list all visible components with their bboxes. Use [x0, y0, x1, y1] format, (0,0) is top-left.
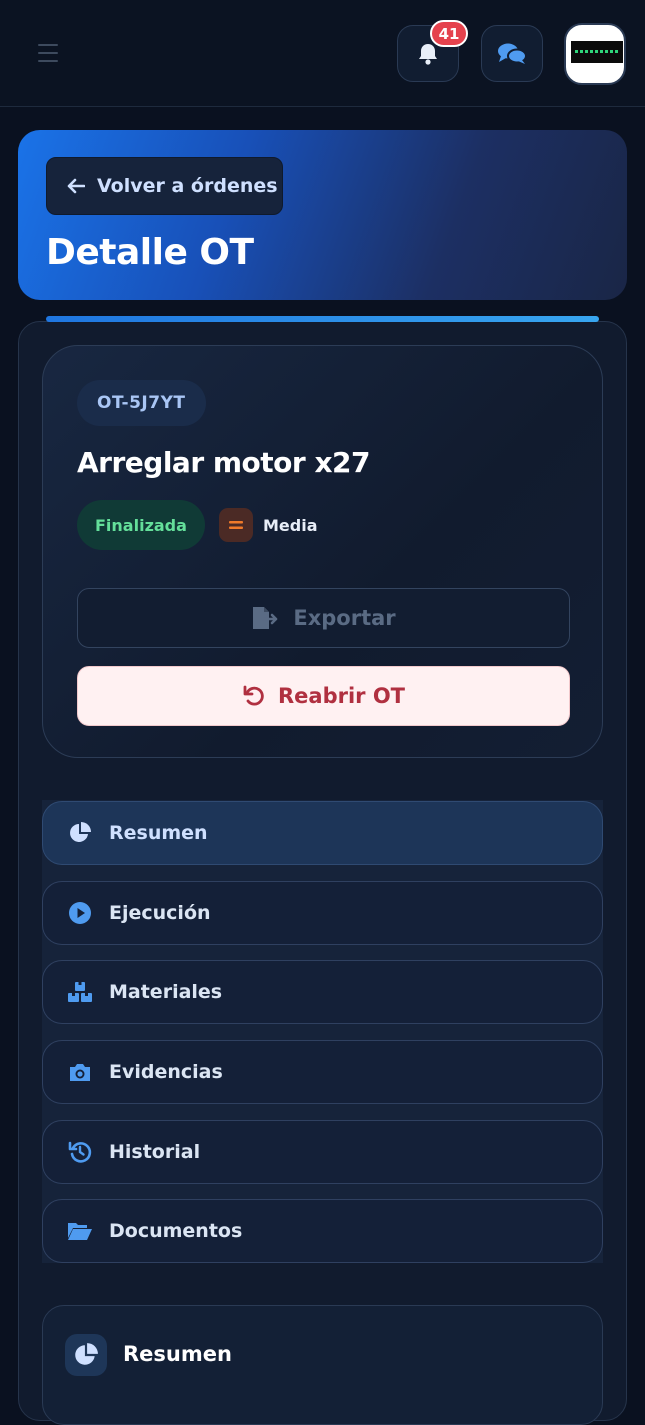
- notifications-button[interactable]: 41: [397, 20, 468, 82]
- page-header: Volver a órdenes Detalle OT: [18, 130, 627, 300]
- tab-label: Evidencias: [109, 1061, 223, 1083]
- chart-pie-icon: [67, 820, 93, 846]
- avatar-image: [571, 41, 623, 63]
- export-label: Exportar: [293, 606, 396, 630]
- order-title: Arreglar motor x27: [77, 446, 370, 479]
- play-circle-icon: [67, 900, 93, 926]
- folder-open-icon: [67, 1218, 93, 1244]
- history-icon: [67, 1139, 93, 1165]
- export-button[interactable]: Exportar: [77, 588, 570, 648]
- camera-icon: [67, 1059, 93, 1085]
- summary-section: Resumen: [42, 1305, 603, 1425]
- priority-equals-icon: [219, 508, 253, 542]
- reopen-order-button[interactable]: Reabrir OT: [77, 666, 570, 726]
- reopen-label: Reabrir OT: [277, 684, 405, 708]
- priority-indicator: Media: [219, 508, 318, 542]
- notification-badge: 41: [430, 20, 468, 47]
- tab-label: Ejecución: [109, 902, 211, 924]
- tab-documentos[interactable]: Documentos: [42, 1199, 603, 1263]
- arrow-left-icon: [67, 178, 85, 194]
- avatar[interactable]: [564, 23, 626, 85]
- summary-title: Resumen: [123, 1342, 232, 1366]
- menu-icon[interactable]: [38, 44, 58, 62]
- tab-evidencias[interactable]: Evidencias: [42, 1040, 603, 1104]
- top-bar: 41: [0, 0, 645, 107]
- file-export-icon: [253, 607, 278, 629]
- back-to-orders-button[interactable]: Volver a órdenes: [46, 157, 283, 215]
- status-badge: Finalizada: [77, 500, 205, 550]
- tab-resumen[interactable]: Resumen: [42, 801, 603, 865]
- tabs-container: [42, 800, 603, 1263]
- boxes-icon: [67, 979, 93, 1005]
- order-card: OT-5J7YT Arreglar motor x27 Finalizada M…: [42, 345, 603, 758]
- tab-label: Materiales: [109, 981, 223, 1003]
- priority-label: Media: [263, 515, 318, 535]
- tab-materiales[interactable]: Materiales: [42, 960, 603, 1024]
- page-title: Detalle OT: [46, 232, 254, 273]
- back-label: Volver a órdenes: [97, 175, 278, 197]
- tab-ejecucion[interactable]: Ejecución: [42, 881, 603, 945]
- tab-historial[interactable]: Historial: [42, 1120, 603, 1184]
- order-code-badge: OT-5J7YT: [77, 380, 206, 426]
- comments-icon: [498, 43, 527, 64]
- chart-pie-icon: [65, 1334, 107, 1376]
- messages-button[interactable]: [481, 25, 543, 82]
- tab-label: Documentos: [109, 1220, 243, 1242]
- tab-label: Historial: [109, 1141, 201, 1163]
- tab-label: Resumen: [109, 822, 208, 844]
- panel-accent-bar: [46, 316, 599, 322]
- undo-icon: [243, 685, 264, 706]
